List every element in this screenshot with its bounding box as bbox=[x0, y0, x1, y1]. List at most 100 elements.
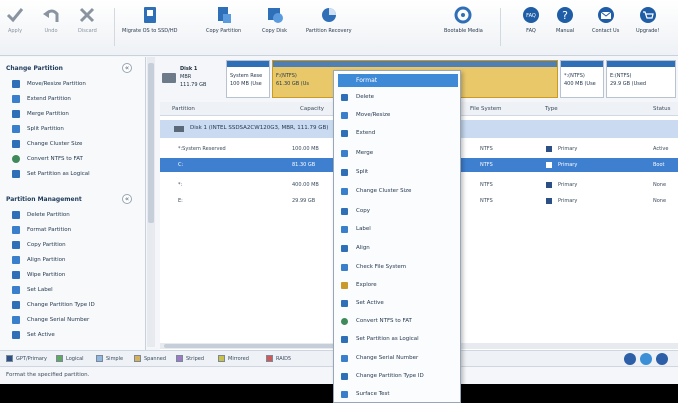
sidebar-item-serial-number[interactable]: Change Serial Number bbox=[12, 313, 130, 327]
sidebar-item-label: Extend Partition bbox=[27, 96, 71, 102]
context-menu-item-explore[interactable]: Explore bbox=[334, 277, 460, 295]
google-plus-icon[interactable] bbox=[656, 353, 668, 365]
legend-label: Logical bbox=[66, 355, 84, 362]
copy-icon bbox=[341, 208, 348, 215]
context-menu-item-align[interactable]: Align bbox=[334, 240, 460, 258]
partition-recovery-label: Partition Recovery bbox=[306, 28, 352, 34]
sidebar-item-set-active[interactable]: Set Active bbox=[12, 328, 130, 342]
context-menu-item-serial-number[interactable]: Change Serial Number bbox=[334, 350, 460, 368]
context-menu-item-move-resize[interactable]: Move/Resize bbox=[334, 107, 460, 125]
context-menu-item-extend[interactable]: Extend bbox=[334, 125, 460, 143]
legend-gpt-primary: GPT/Primary bbox=[6, 355, 47, 362]
upgrade-button[interactable]: Upgrade! bbox=[636, 6, 659, 34]
sidebar-item-align[interactable]: Align Partition bbox=[12, 253, 130, 267]
wipe-icon bbox=[12, 271, 20, 279]
capacity-cell: 81.30 GB bbox=[292, 162, 316, 168]
copy-icon bbox=[12, 241, 20, 249]
copy-partition-icon bbox=[217, 7, 231, 23]
sidebar-item-label: Change Cluster Size bbox=[27, 141, 83, 147]
collapse-management-section-button[interactable]: « bbox=[122, 194, 132, 204]
segment-size: 61.30 GB (Us bbox=[276, 81, 310, 87]
legend-raid5: RAID5 bbox=[266, 355, 291, 362]
copy-partition-button[interactable]: Copy Partition bbox=[206, 6, 241, 34]
apply-button[interactable]: Apply bbox=[6, 6, 24, 34]
context-menu-item-merge[interactable]: Merge bbox=[334, 145, 460, 163]
svg-text:?: ? bbox=[562, 9, 568, 22]
file-system-cell: NTFS bbox=[480, 198, 493, 204]
status-cell: Boot bbox=[653, 162, 665, 168]
segment-label: System Rese bbox=[230, 73, 263, 79]
partition-cell: *:System Reserved bbox=[178, 146, 226, 152]
context-menu-item-format[interactable]: Format bbox=[338, 74, 458, 87]
migrate-os-label: Migrate OS to SSD/HD bbox=[122, 28, 178, 34]
panel-scroll-thumb[interactable] bbox=[148, 63, 154, 223]
sidebar-item-change-type-id[interactable]: Change Partition Type ID bbox=[12, 298, 130, 312]
context-menu-item-label[interactable]: Label bbox=[334, 221, 460, 239]
status-cell: None bbox=[653, 198, 667, 204]
sidebar-item-set-label[interactable]: Set Label bbox=[12, 283, 130, 297]
sidebar-item-label: Format Partition bbox=[27, 227, 72, 233]
disk-info[interactable]: Disk 1 MBR 111.79 GB bbox=[160, 60, 220, 98]
sidebar-item-cluster-size[interactable]: Change Cluster Size bbox=[12, 137, 130, 151]
legend-swatch bbox=[266, 355, 273, 362]
context-menu-item-split[interactable]: Split bbox=[334, 164, 460, 182]
manual-button[interactable]: ? Manual bbox=[556, 6, 574, 34]
usage-bar bbox=[561, 61, 603, 67]
discard-button[interactable]: Discard bbox=[78, 6, 97, 34]
close-icon bbox=[80, 7, 95, 23]
column-header-file-system[interactable]: File System bbox=[470, 102, 501, 116]
context-menu-item-surface-test[interactable]: Surface Test bbox=[334, 386, 460, 402]
bootable-media-button[interactable]: Bootable Media bbox=[444, 6, 483, 34]
menu-item-label: Convert NTFS to FAT bbox=[356, 318, 412, 324]
context-menu-item-set-active[interactable]: Set Active bbox=[334, 295, 460, 313]
type-cell: Primary bbox=[558, 146, 578, 152]
copy-disk-button[interactable]: Copy Disk bbox=[262, 6, 287, 34]
sidebar-item-move-resize[interactable]: Move/Resize Partition bbox=[12, 77, 130, 91]
context-menu-item-cluster-size[interactable]: Change Cluster Size bbox=[334, 183, 460, 201]
column-header-capacity[interactable]: Capacity bbox=[300, 102, 324, 116]
disk-segment-system-reserved[interactable]: System Rese 100 MB (Use bbox=[226, 60, 270, 98]
column-header-status[interactable]: Status bbox=[653, 102, 671, 116]
sidebar-item-split[interactable]: Split Partition bbox=[12, 122, 130, 136]
partition-recovery-button[interactable]: Partition Recovery bbox=[306, 6, 352, 34]
context-menu-item-copy[interactable]: Copy bbox=[334, 203, 460, 221]
sidebar-item-set-logical[interactable]: Set Partition as Logical bbox=[12, 167, 130, 181]
copy-disk-icon bbox=[267, 8, 283, 23]
migrate-os-button[interactable]: Migrate OS to SSD/HD bbox=[122, 6, 177, 34]
sidebar-item-format[interactable]: Format Partition bbox=[12, 223, 130, 237]
context-menu-item-check-file-system[interactable]: Check File System bbox=[334, 259, 460, 277]
checkmark-icon bbox=[6, 8, 24, 23]
panel-scrollbar[interactable] bbox=[147, 57, 155, 347]
merge-icon bbox=[341, 150, 348, 157]
table-scroll-thumb[interactable] bbox=[164, 344, 354, 348]
context-menu-item-type-id[interactable]: Change Partition Type ID bbox=[334, 368, 460, 386]
context-menu-item-set-logical[interactable]: Set Partition as Logical bbox=[334, 331, 460, 349]
context-menu-item-delete[interactable]: Delete bbox=[334, 89, 460, 107]
sidebar-item-delete[interactable]: Delete Partition bbox=[12, 208, 130, 222]
collapse-change-section-button[interactable]: « bbox=[122, 63, 132, 73]
undo-button[interactable]: Undo bbox=[42, 6, 60, 34]
legend-swatch bbox=[6, 355, 13, 362]
disk-type: MBR bbox=[180, 74, 192, 80]
disk-segment-e[interactable]: E:(NTFS) 29.9 GB (Used bbox=[606, 60, 676, 98]
sidebar-item-convert-ntfs[interactable]: Convert NTFS to FAT bbox=[12, 152, 130, 166]
sidebar-item-extend[interactable]: Extend Partition bbox=[12, 92, 130, 106]
menu-item-label: Split bbox=[356, 169, 369, 175]
sidebar-item-copy[interactable]: Copy Partition bbox=[12, 238, 130, 252]
operations-panel: Change Partition « Move/Resize Partition… bbox=[0, 57, 146, 350]
change-partition-heading: Change Partition bbox=[6, 65, 63, 72]
disk-segment-400mb[interactable]: *:(NTFS) 400 MB (Use bbox=[560, 60, 604, 98]
sidebar-item-label: Change Serial Number bbox=[27, 317, 90, 323]
column-header-partition[interactable]: Partition bbox=[172, 102, 195, 116]
faq-button[interactable]: FAQ FAQ bbox=[522, 6, 540, 34]
column-header-type[interactable]: Type bbox=[545, 102, 558, 116]
sidebar-item-merge[interactable]: Merge Partition bbox=[12, 107, 130, 121]
legend-logical: Logical bbox=[56, 355, 84, 362]
sidebar-item-wipe[interactable]: Wipe Partition bbox=[12, 268, 130, 282]
context-menu-item-convert-ntfs[interactable]: Convert NTFS to FAT bbox=[334, 313, 460, 331]
contact-us-button[interactable]: Contact Us bbox=[592, 6, 619, 34]
facebook-icon[interactable] bbox=[624, 353, 636, 365]
twitter-icon[interactable] bbox=[640, 353, 652, 365]
sidebar-item-label: Set Active bbox=[27, 332, 55, 338]
delete-icon bbox=[341, 94, 348, 101]
